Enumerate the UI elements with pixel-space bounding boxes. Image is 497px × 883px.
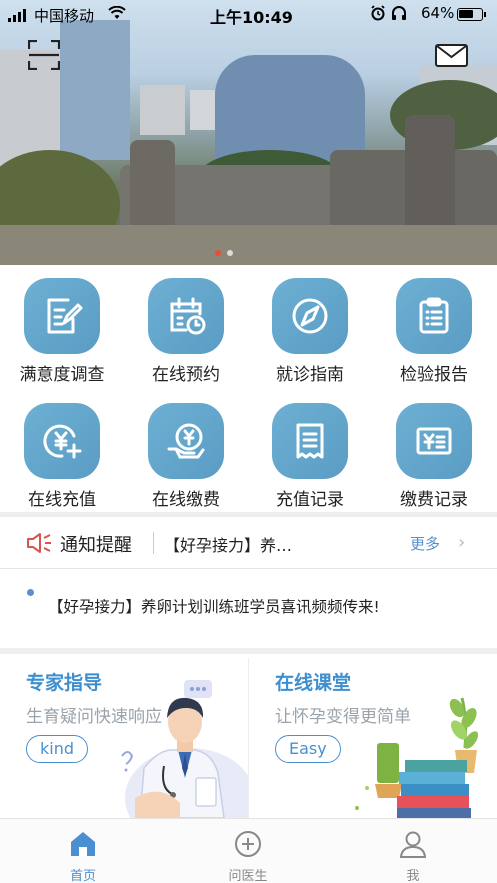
calendar-icon	[148, 278, 224, 354]
notice-separator	[153, 532, 154, 554]
bill-record-icon	[396, 403, 472, 479]
news-item[interactable]: 【好孕接力】养卵计划训练班学员喜讯频频传来!	[0, 572, 497, 648]
tab-label: 首页	[69, 869, 96, 883]
clock: 上午10:49	[210, 8, 293, 27]
easy-button[interactable]: Easy	[275, 735, 341, 763]
tab-label: 我	[406, 869, 420, 883]
tab-home[interactable]: 首页	[33, 825, 133, 883]
notice-snippet[interactable]: 【好孕接力】养…	[164, 532, 292, 556]
tab-bar: 首页 问医生 我	[0, 818, 497, 883]
grid-label: 满意度调查	[19, 365, 105, 385]
carrier-name: 中国移动	[34, 7, 95, 25]
grid-label: 在线充值	[28, 490, 96, 510]
carousel-indicator[interactable]	[227, 250, 233, 256]
notice-bar[interactable]: 通知提醒 【好孕接力】养… 更多 ›	[0, 518, 497, 568]
carousel-indicator-active[interactable]	[215, 250, 221, 256]
scan-icon[interactable]	[27, 39, 61, 71]
grid-label: 检验报告	[400, 365, 468, 385]
expert-guidance-card[interactable]: 专家指导 生育疑问快速响应 kind	[0, 658, 248, 818]
battery-icon	[457, 8, 486, 21]
grid-item-recharge-record[interactable]: 充值记录	[248, 393, 372, 513]
grid-item-recharge[interactable]: 在线充值	[0, 393, 124, 513]
hero-banner[interactable]: 中国移动 上午10:49 64%	[0, 0, 497, 265]
tab-ask-doctor[interactable]: 问医生	[198, 825, 298, 883]
tab-label: 问医生	[228, 869, 268, 883]
payment-icon	[148, 403, 224, 479]
card-title: 在线课堂	[275, 672, 352, 694]
grid-label: 在线预约	[152, 365, 220, 385]
grid-label: 就诊指南	[276, 365, 344, 385]
grid-item-report[interactable]: 检验报告	[372, 268, 496, 388]
plus-circle-icon	[235, 831, 261, 857]
battery-percent: 64%	[421, 4, 455, 22]
cell-signal-icon	[8, 9, 26, 22]
bullet-icon	[27, 589, 34, 596]
tab-me[interactable]: 我	[363, 825, 463, 883]
alarm-icon	[370, 5, 386, 25]
grid-item-survey[interactable]: 满意度调查	[0, 268, 124, 388]
receipt-icon	[272, 403, 348, 479]
kind-button[interactable]: kind	[26, 735, 89, 763]
headphones-icon	[391, 5, 407, 25]
compass-icon	[272, 278, 348, 354]
recharge-icon	[24, 403, 100, 479]
doctor-illustration	[121, 680, 248, 818]
card-title: 专家指导	[26, 672, 103, 694]
grid-item-payment[interactable]: 在线缴费	[124, 393, 248, 513]
chevron-right-icon[interactable]: ›	[458, 532, 465, 553]
notice-divider	[0, 568, 497, 569]
survey-icon	[24, 278, 100, 354]
grid-item-payment-record[interactable]: 缴费记录	[372, 393, 496, 513]
grid-item-guide[interactable]: 就诊指南	[248, 268, 372, 388]
section-divider	[0, 648, 497, 654]
more-link[interactable]: 更多	[410, 533, 440, 554]
feature-grid: 满意度调查 在线预约 就诊指南 检验报告 在线充值 在线缴费 充值记录 缴费记录	[0, 268, 497, 513]
user-icon	[399, 831, 427, 858]
notice-title: 通知提醒	[60, 535, 132, 556]
home-icon	[71, 832, 95, 856]
grid-item-appointment[interactable]: 在线预约	[124, 268, 248, 388]
grid-label: 缴费记录	[400, 490, 468, 510]
speaker-icon	[26, 531, 52, 555]
mail-icon[interactable]	[435, 44, 468, 67]
section-divider	[0, 512, 497, 517]
grid-label: 在线缴费	[152, 490, 220, 510]
news-text[interactable]: 【好孕接力】养卵计划训练班学员喜讯频频传来!	[48, 595, 380, 617]
books-illustration	[355, 697, 479, 818]
clipboard-icon	[396, 278, 472, 354]
online-class-card[interactable]: 在线课堂 让怀孕变得更简单 Easy	[249, 658, 497, 818]
wifi-icon	[108, 5, 126, 24]
grid-label: 充值记录	[276, 490, 344, 510]
status-bar: 中国移动 上午10:49 64%	[0, 0, 497, 28]
